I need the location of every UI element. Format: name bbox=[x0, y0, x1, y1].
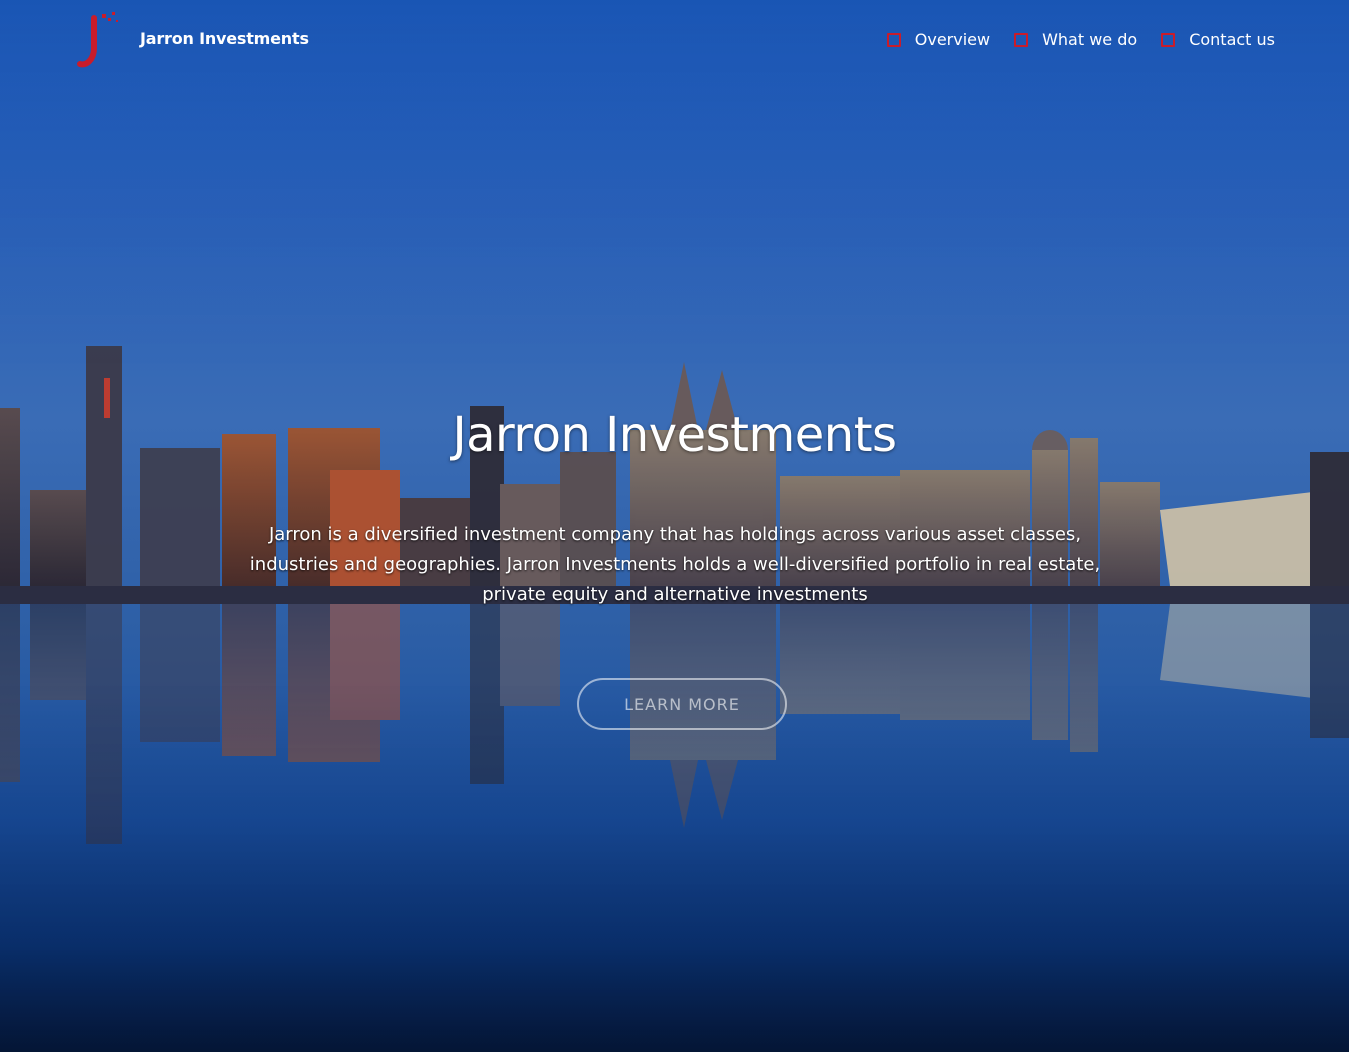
nav-item-label: Contact us bbox=[1189, 30, 1275, 49]
main-nav: Overview What we do Contact us bbox=[886, 30, 1275, 49]
nav-item-label: Overview bbox=[914, 30, 991, 49]
learn-more-button[interactable]: LEARN MORE bbox=[577, 678, 787, 730]
nav-item-label: What we do bbox=[1042, 30, 1138, 49]
nav-item-what-we-do[interactable]: What we do bbox=[1014, 30, 1137, 49]
nav-item-overview[interactable]: Overview bbox=[886, 30, 991, 49]
jarron-logo-icon[interactable] bbox=[76, 8, 132, 72]
square-outline-icon bbox=[1161, 32, 1176, 47]
hero-title: Jarron Investments bbox=[452, 407, 897, 463]
square-outline-icon bbox=[1014, 32, 1029, 47]
top-navbar: Jarron Investments Overview What we do C… bbox=[0, 0, 1349, 80]
nav-item-contact-us[interactable]: Contact us bbox=[1161, 30, 1275, 49]
brand-name[interactable]: Jarron Investments bbox=[140, 29, 309, 48]
square-outline-icon bbox=[886, 32, 901, 47]
hero-description: Jarron is a diversified investment compa… bbox=[249, 524, 1101, 605]
